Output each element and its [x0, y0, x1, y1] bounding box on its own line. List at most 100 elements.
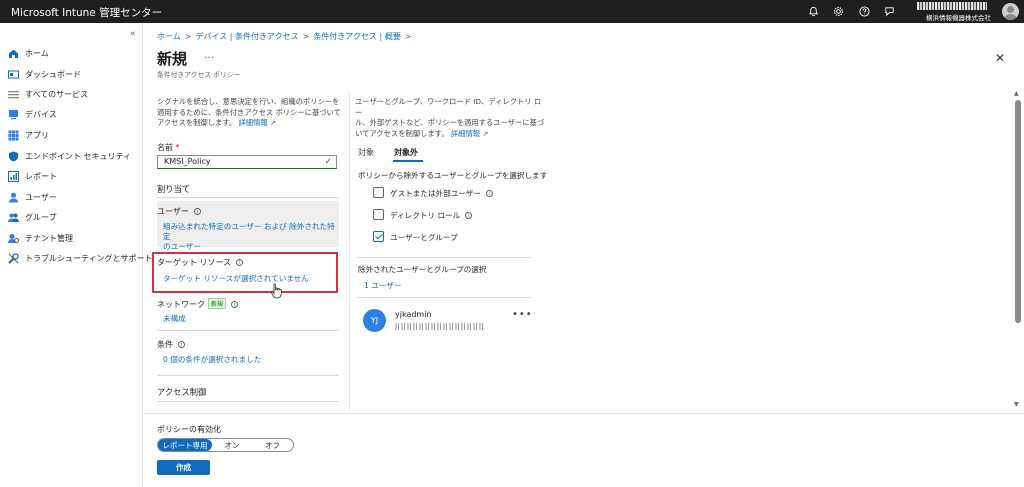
guest-external-checkbox[interactable] — [373, 187, 384, 198]
scroll-up-icon[interactable]: ▲ — [1014, 90, 1019, 97]
toggle-off[interactable]: オフ — [252, 439, 293, 451]
directory-roles-option: ディレクトリ ロール i — [390, 210, 473, 221]
description-line: いてアクセスを制御します。 — [355, 128, 449, 138]
sidebar-item-label: レポート — [25, 171, 57, 181]
policy-name-value: KMSI_Policy — [164, 157, 211, 166]
enable-policy-toggle: レポート専用 オン オフ — [157, 438, 294, 452]
network-label-text: ネットワーク — [157, 300, 205, 309]
sidebar-item-all-services[interactable]: すべてのサービス — [8, 86, 88, 102]
users-summary-line: 組み込まれた特定のユーザー および 除外された特定 — [163, 222, 335, 241]
sidebar-item-tenant-admin[interactable]: テナント管理 — [8, 230, 73, 246]
users-summary-link[interactable]: 組み込まれた特定のユーザー および 除外された特定 のユーザー — [163, 222, 341, 252]
toggle-on[interactable]: オン — [212, 439, 252, 451]
sidebar-item-groups[interactable]: グループ — [8, 209, 57, 225]
more-options-icon[interactable]: ••• — [512, 309, 533, 320]
conditions-link[interactable]: 0 個の条件が選択されました — [163, 355, 261, 365]
scrollbar-thumb[interactable] — [1015, 100, 1021, 323]
sidebar-item-users[interactable]: ユーザー — [8, 189, 57, 205]
info-icon[interactable]: i — [485, 190, 493, 197]
account-org[interactable]: 横浜情報機器株式会社 — [926, 12, 991, 22]
required-mark: * — [175, 143, 180, 152]
info-icon[interactable]: i — [465, 212, 473, 219]
option-label: ゲストまたは外部ユーザー — [390, 189, 481, 198]
users-label: ユーザー i — [157, 206, 201, 217]
name-label: 名前 * — [157, 142, 180, 153]
info-icon[interactable]: i — [193, 208, 201, 215]
breadcrumb-item-ca-overview[interactable]: 条件付きアクセス | 概要 — [313, 32, 400, 41]
bell-icon[interactable] — [805, 3, 822, 20]
sidebar-item-label: ダッシュボード — [25, 69, 81, 79]
feedback-icon[interactable] — [881, 3, 898, 20]
sidebar-item-label: ホーム — [25, 48, 49, 58]
account-id-redacted[interactable] — [917, 2, 987, 10]
users-groups-option: ユーザーとグループ — [390, 233, 458, 242]
sidebar-item-endpoint-security[interactable]: エンドポイント セキュリティ — [8, 148, 131, 164]
info-icon[interactable]: i — [231, 301, 239, 308]
top-bar: Microsoft Intune 管理センター 横浜情報機器株式会社 — [0, 0, 1024, 23]
external-link-icon: ↗ — [482, 128, 489, 138]
sidebar-item-apps[interactable]: アプリ — [8, 127, 49, 143]
guest-external-option: ゲストまたは外部ユーザー i — [390, 188, 493, 199]
policy-name-input[interactable]: KMSI_Policy ✓ — [157, 155, 337, 169]
sidebar-item-troubleshooting[interactable]: トラブルシューティングとサポート — [8, 250, 153, 266]
avatar: YJ — [363, 309, 386, 332]
network-link[interactable]: 未構成 — [163, 314, 186, 324]
selected-excluded-heading: 除外されたユーザーとグループの選択 — [358, 265, 487, 274]
sidebar-item-label: トラブルシューティングとサポート — [25, 253, 153, 263]
chevron-right-icon: > — [184, 32, 192, 41]
scroll-down-icon[interactable]: ▼ — [1014, 401, 1019, 408]
help-icon[interactable] — [856, 3, 873, 20]
chevron-right-icon: > — [404, 32, 412, 41]
create-button[interactable]: 作成 — [157, 460, 210, 475]
endpoint-security-icon — [8, 151, 19, 162]
sidebar-item-devices[interactable]: デバイス — [8, 106, 57, 122]
assignments-heading: 割り当て — [157, 184, 191, 194]
divider — [157, 197, 339, 198]
learn-more-link[interactable]: 詳細情報 — [451, 129, 480, 138]
apps-icon — [8, 130, 19, 141]
gear-icon[interactable] — [830, 3, 847, 20]
troubleshooting-icon — [8, 252, 19, 264]
collapse-sidebar-icon[interactable]: « — [130, 29, 136, 39]
home-icon — [8, 48, 19, 59]
option-label: ディレクトリ ロール — [390, 211, 461, 220]
users-description: ユーザーとグループ、ワークロード ID、ディレクトリ ロー ル、外部ゲストなど、… — [355, 97, 545, 139]
learn-more-link[interactable]: 詳細情報 — [239, 118, 268, 127]
breadcrumb-item-home[interactable]: ホーム — [157, 32, 181, 41]
directory-roles-checkbox[interactable] — [373, 209, 384, 220]
dashboard-icon — [8, 69, 19, 80]
conditions-label-text: 条件 — [157, 340, 173, 349]
tab-exclude[interactable]: 対象外 — [394, 147, 418, 158]
enable-policy-label: ポリシーの有効化 — [157, 425, 221, 434]
column-separator — [349, 92, 350, 410]
sidebar-item-label: グループ — [25, 212, 57, 222]
selected-count-link[interactable]: 1 ユーザー — [364, 281, 401, 291]
description-line: 適用するために、条件付きアクセス ポリシーに基づいて — [157, 107, 341, 117]
info-icon[interactable]: i — [178, 341, 185, 348]
exclude-heading: ポリシーから除外するユーザーとグループを選択します — [358, 171, 548, 180]
sidebar-item-label: すべてのサービス — [25, 89, 89, 99]
sidebar-item-label: ユーザー — [25, 192, 57, 202]
toggle-report-only[interactable]: レポート専用 — [158, 439, 212, 451]
account-avatar[interactable] — [1002, 3, 1019, 20]
users-groups-checkbox[interactable] — [373, 231, 384, 242]
chevron-right-icon: > — [302, 32, 310, 41]
app-title[interactable]: Microsoft Intune 管理センター — [11, 5, 162, 20]
sidebar-item-reports[interactable]: レポート — [8, 168, 57, 184]
policy-description: シグナルを統合し、意思決定を行い、組織のポリシーを 適用するために、条件付きアク… — [157, 97, 347, 129]
groups-icon — [8, 212, 19, 223]
target-resources-label-text: ターゲット リソース — [157, 258, 232, 267]
info-icon[interactable]: i — [236, 259, 244, 266]
sidebar-item-label: デバイス — [25, 109, 57, 119]
external-link-icon: ↗ — [270, 118, 277, 127]
page-title: 新規 — [157, 50, 188, 68]
breadcrumb-item-devices[interactable]: デバイス | 条件付きアクセス — [195, 32, 298, 41]
users-summary-line: のユーザー — [163, 242, 201, 251]
sidebar-item-home[interactable]: ホーム — [8, 45, 49, 61]
active-tab-indicator — [393, 160, 423, 162]
more-options-button[interactable]: … — [204, 50, 214, 61]
target-resources-link[interactable]: ターゲット リソースが選択されていません — [163, 274, 309, 284]
sidebar-item-dashboard[interactable]: ダッシュボード — [8, 66, 81, 82]
tab-include[interactable]: 対象 — [358, 147, 374, 158]
close-icon[interactable]: ✕ — [995, 51, 1005, 65]
